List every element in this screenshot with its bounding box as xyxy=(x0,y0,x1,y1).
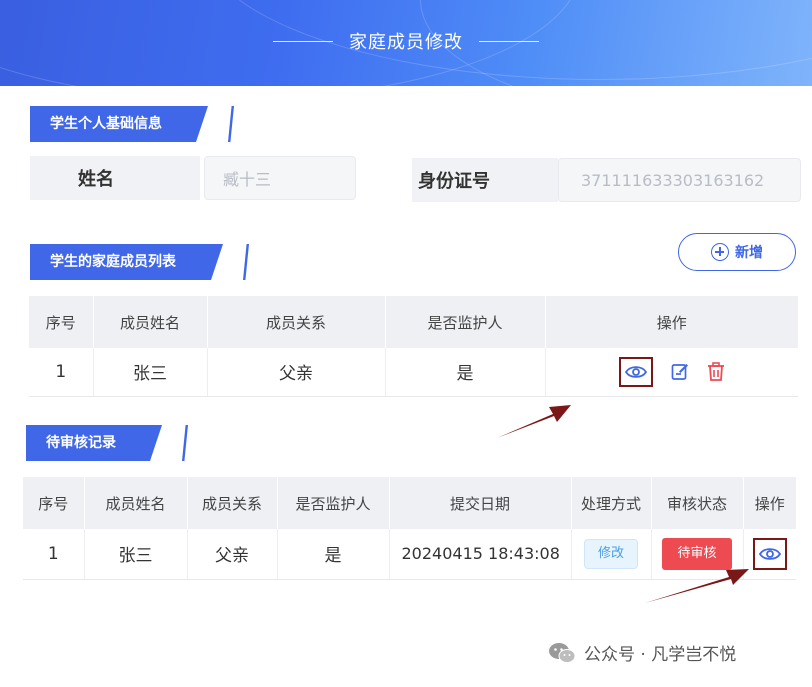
section-basic-info-title: 学生个人基础信息 xyxy=(50,116,162,132)
section-family-list-title: 学生的家庭成员列表 xyxy=(50,254,176,270)
add-member-button[interactable]: 新增 xyxy=(678,233,796,271)
header-line-right xyxy=(479,40,539,42)
col-relation: 成员关系 xyxy=(187,477,278,529)
header-line-left xyxy=(273,40,333,42)
col-ops: 操作 xyxy=(545,296,798,348)
table-header-row: 序号 成员姓名 成员关系 是否监护人 操作 xyxy=(29,296,798,348)
cell-method: 修改 xyxy=(571,529,652,580)
add-member-label: 新增 xyxy=(735,245,763,261)
watermark-text: 公众号 · 凡学岂不悦 xyxy=(584,645,737,665)
annotation-arrow xyxy=(497,405,571,438)
family-table: 序号 成员姓名 成员关系 是否监护人 操作 1 张三 父亲 是 xyxy=(29,296,798,397)
eye-icon xyxy=(758,547,781,560)
col-index: 序号 xyxy=(23,477,85,529)
edit-icon xyxy=(671,363,688,380)
cell-guardian: 是 xyxy=(277,529,390,580)
cell-index: 1 xyxy=(23,529,85,580)
col-date: 提交日期 xyxy=(389,477,572,529)
page-header: 家庭成员修改 xyxy=(0,0,812,86)
col-ops: 操作 xyxy=(743,477,796,529)
section-pending: 待审核记录 xyxy=(26,425,188,461)
edit-button[interactable] xyxy=(671,363,689,381)
col-relation: 成员关系 xyxy=(207,296,386,348)
cell-index: 1 xyxy=(29,348,94,397)
col-status: 审核状态 xyxy=(651,477,744,529)
wechat-icon xyxy=(549,642,576,663)
cell-name: 张三 xyxy=(93,348,208,397)
cell-relation: 父亲 xyxy=(207,348,386,397)
id-label: 身份证号 xyxy=(412,158,558,202)
col-name: 成员姓名 xyxy=(93,296,208,348)
section-basic-info: 学生个人基础信息 xyxy=(30,106,234,142)
cell-date: 20240415 18:43:08 xyxy=(389,529,572,580)
cell-name: 张三 xyxy=(84,529,188,580)
name-field[interactable]: 臧十三 xyxy=(204,156,356,200)
section-pending-title: 待审核记录 xyxy=(46,435,116,451)
col-name: 成员姓名 xyxy=(84,477,188,529)
method-badge: 修改 xyxy=(584,538,638,569)
section-family-list: 学生的家庭成员列表 xyxy=(30,244,249,280)
cell-relation: 父亲 xyxy=(187,529,278,580)
delete-button[interactable] xyxy=(707,362,725,382)
plus-circle-icon xyxy=(711,243,729,261)
page: 家庭成员修改 学生个人基础信息 姓名 臧十三 身份证号 371111633303… xyxy=(0,0,812,687)
cell-ops xyxy=(545,348,798,397)
col-method: 处理方式 xyxy=(571,477,652,529)
col-guardian: 是否监护人 xyxy=(385,296,546,348)
table-header-row: 序号 成员姓名 成员关系 是否监护人 提交日期 处理方式 审核状态 操作 xyxy=(23,477,796,529)
id-field[interactable]: 371111633303163162 xyxy=(558,158,801,202)
col-guardian: 是否监护人 xyxy=(277,477,390,529)
annotation-arrow xyxy=(645,569,749,603)
eye-icon xyxy=(624,365,647,378)
view-button[interactable] xyxy=(752,537,787,570)
table-row: 1 张三 父亲 是 xyxy=(29,348,798,397)
view-button[interactable] xyxy=(618,356,653,387)
name-label: 姓名 xyxy=(30,156,200,200)
col-index: 序号 xyxy=(29,296,94,348)
page-title: 家庭成员修改 xyxy=(349,32,463,53)
trash-icon xyxy=(707,362,724,382)
cell-guardian: 是 xyxy=(385,348,546,397)
watermark: 公众号 · 凡学岂不悦 xyxy=(548,640,736,665)
